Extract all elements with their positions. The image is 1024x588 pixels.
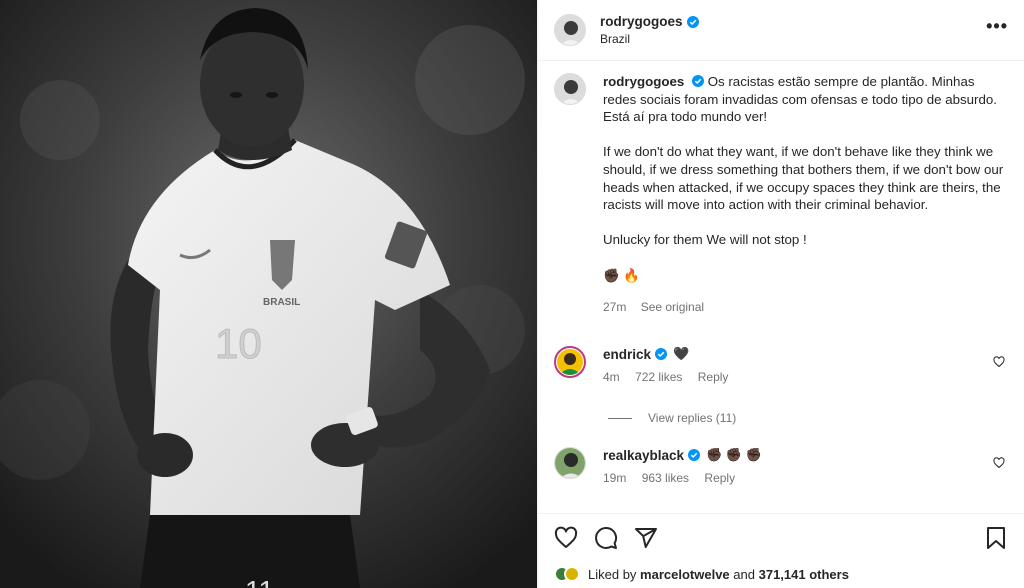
avatar-image (555, 74, 585, 104)
view-replies-link[interactable]: View replies (11) (608, 411, 736, 425)
avatar-image (555, 448, 585, 478)
svg-text:10: 10 (215, 320, 262, 367)
verified-badge-icon (686, 15, 699, 28)
post-photo: BRASIL 10 11 (0, 0, 537, 588)
post-detail-pane: rodrygogoes Brazil ••• rodrygogoes Os ra… (537, 0, 1024, 588)
comment-heart-icon[interactable] (993, 457, 1005, 469)
caption-emojis: ✊🏿 🔥 (603, 267, 640, 283)
player-photo-illustration: BRASIL 10 11 (0, 0, 537, 588)
caption-author-avatar[interactable] (554, 73, 586, 105)
comment-text: 🖤 (673, 346, 690, 361)
caption-paragraph-closing: Unlucky for them We will not stop ! (603, 232, 807, 248)
post-location[interactable]: Brazil (600, 32, 699, 46)
caption-timestamp[interactable]: 27m (603, 300, 626, 314)
avatar-image (557, 349, 583, 375)
see-original-link[interactable]: See original (641, 300, 704, 314)
author-avatar[interactable] (554, 14, 586, 46)
svg-text:BRASIL: BRASIL (263, 297, 300, 308)
heart-icon[interactable] (554, 526, 578, 550)
verified-badge-icon (655, 348, 668, 360)
author-username[interactable]: rodrygogoes (600, 14, 683, 29)
svg-text:11: 11 (245, 575, 274, 588)
comment-item: realkayblack ✊🏿 ✊🏿 ✊🏿 19m 963 likes Repl… (554, 447, 1009, 485)
caption-paragraph-english: If we don't do what they want, if we don… (603, 144, 1004, 213)
caption-username[interactable]: rodrygogoes (603, 74, 684, 89)
post-caption: rodrygogoes Os racistas estão sempre de … (554, 73, 1009, 317)
share-icon[interactable] (634, 526, 658, 550)
comment-icon[interactable] (594, 526, 618, 550)
likes-summary: Liked by marcelotwelve and 371,141 other… (554, 566, 849, 582)
view-replies-label[interactable]: View replies (11) (648, 411, 736, 425)
more-options-icon[interactable]: ••• (986, 16, 1008, 37)
reply-button[interactable]: Reply (698, 370, 729, 384)
commenter-avatar[interactable] (554, 447, 586, 479)
comments-scroll-area[interactable]: rodrygogoes Os racistas estão sempre de … (538, 61, 1024, 514)
post-header: rodrygogoes Brazil ••• (538, 0, 1024, 61)
comment-timestamp[interactable]: 4m (603, 370, 620, 384)
commenter-username[interactable]: endrick (603, 347, 651, 362)
action-bar (538, 513, 1024, 563)
commenter-avatar[interactable] (554, 346, 586, 378)
comment-timestamp[interactable]: 19m (603, 471, 626, 485)
commenter-username[interactable]: realkayblack (603, 448, 684, 463)
avatar-image (555, 15, 585, 45)
comment-likes-count[interactable]: 722 likes (635, 370, 682, 384)
likes-count[interactable]: 371,141 others (759, 567, 849, 582)
comment-heart-icon[interactable] (993, 356, 1005, 368)
liker-avatar (564, 566, 580, 582)
comment-item: endrick 🖤 4m 722 likes Reply (554, 346, 1009, 384)
comment-text: ✊🏿 ✊🏿 ✊🏿 (706, 447, 762, 462)
liked-by-user[interactable]: marcelotwelve (640, 567, 730, 582)
verified-badge-icon (688, 449, 701, 461)
reply-button[interactable]: Reply (704, 471, 735, 485)
comment-likes-count[interactable]: 963 likes (642, 471, 689, 485)
likes-prefix: Liked by (588, 566, 637, 582)
likes-middle: and (733, 566, 755, 582)
replies-divider-line (608, 417, 632, 419)
bookmark-icon[interactable] (984, 526, 1008, 550)
verified-badge-icon (691, 75, 704, 87)
